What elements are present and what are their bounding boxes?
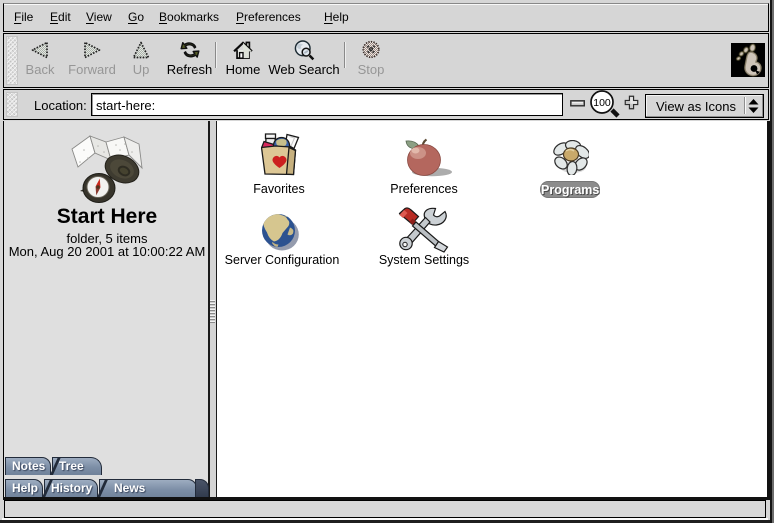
svg-text:100: 100 [593,97,611,109]
